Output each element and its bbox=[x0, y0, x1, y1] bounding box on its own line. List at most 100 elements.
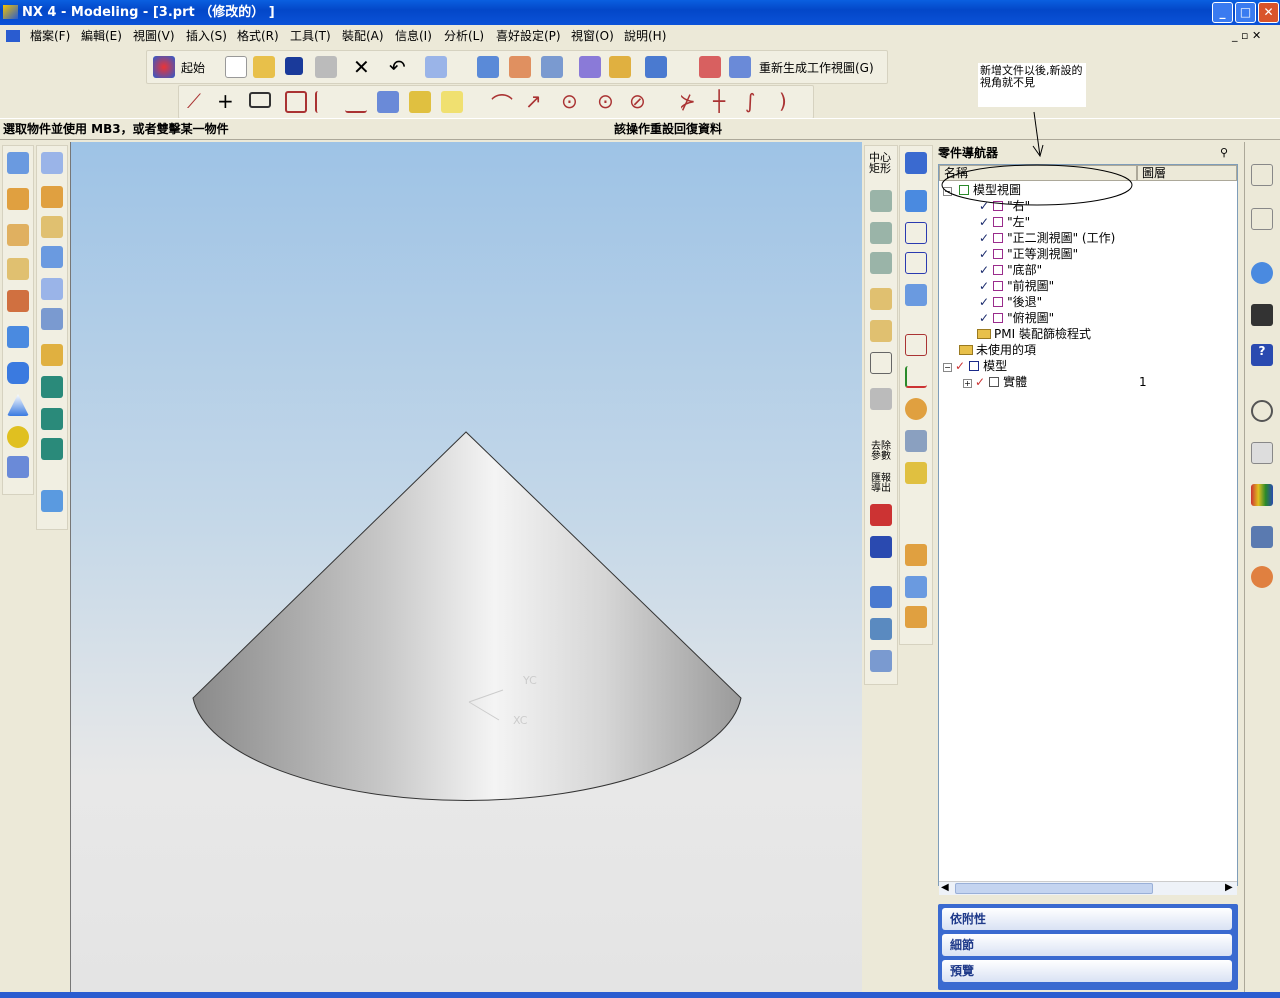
extrude-icon[interactable] bbox=[7, 188, 29, 210]
measure-angle-icon[interactable] bbox=[870, 320, 892, 342]
view-icon[interactable] bbox=[699, 56, 721, 78]
scrollbar-thumb[interactable] bbox=[955, 883, 1153, 894]
show-hide-icon[interactable] bbox=[905, 430, 927, 452]
scroll-left-icon[interactable]: ◀ bbox=[941, 882, 949, 893]
manufacturing-icon[interactable] bbox=[870, 586, 892, 608]
new-icon[interactable] bbox=[225, 56, 247, 78]
tree-node-view[interactable]: ✓ "前視圖" bbox=[979, 278, 1054, 294]
panel-preview[interactable]: 預覽 bbox=[942, 960, 1232, 982]
maximize-button[interactable]: □ bbox=[1235, 2, 1256, 23]
pin-icon[interactable]: ⚲ bbox=[1220, 146, 1228, 159]
pad-icon[interactable] bbox=[41, 152, 63, 174]
sphere-icon[interactable] bbox=[7, 426, 29, 448]
panel-dependencies[interactable]: 依附性 bbox=[942, 908, 1232, 930]
subtract-icon[interactable] bbox=[41, 408, 63, 430]
check-icon[interactable]: ✓ bbox=[955, 359, 965, 373]
boss-icon[interactable] bbox=[41, 186, 63, 208]
export-button[interactable]: 匯報導出 bbox=[871, 474, 893, 494]
surface-analysis-icon[interactable] bbox=[905, 544, 927, 566]
open-icon[interactable] bbox=[253, 56, 275, 78]
tree-node-view[interactable]: ✓ "後退" bbox=[979, 294, 1042, 310]
menu-file[interactable]: 檔案(F) bbox=[30, 25, 70, 47]
move-layer-icon[interactable] bbox=[870, 222, 892, 244]
datum-plane-icon[interactable] bbox=[7, 456, 29, 478]
sweep-icon[interactable] bbox=[645, 56, 667, 78]
sketch-icon[interactable] bbox=[7, 152, 29, 174]
close-button[interactable]: ✕ bbox=[1258, 2, 1279, 23]
print-icon[interactable] bbox=[315, 56, 337, 78]
nc-icon[interactable] bbox=[870, 536, 892, 558]
delete-icon[interactable]: ✕ bbox=[353, 55, 370, 79]
revolve-icon[interactable] bbox=[7, 224, 29, 246]
slot-icon[interactable] bbox=[41, 246, 63, 268]
tree-node-pmi[interactable]: PMI 裝配篩檢程式 bbox=[977, 326, 1091, 342]
menu-format[interactable]: 格式(R) bbox=[237, 25, 279, 47]
surface-icon[interactable] bbox=[477, 56, 499, 78]
tree-node-body[interactable]: + ✓ 實體 bbox=[963, 374, 1027, 390]
graphics-viewport[interactable]: YC XC bbox=[70, 142, 862, 992]
menu-view[interactable]: 視圖(V) bbox=[133, 25, 175, 47]
line-icon[interactable]: ⟋ bbox=[187, 89, 201, 113]
color-palette-icon[interactable] bbox=[1251, 484, 1273, 506]
point-icon[interactable]: + bbox=[217, 89, 234, 113]
curvature-icon[interactable] bbox=[905, 576, 927, 598]
sew-icon[interactable] bbox=[41, 490, 63, 512]
undo-icon[interactable]: ↶ bbox=[389, 55, 406, 79]
edge-blend-icon[interactable] bbox=[41, 344, 63, 366]
tube-icon[interactable] bbox=[7, 290, 29, 312]
collapse-icon[interactable]: − bbox=[943, 363, 952, 372]
spline-icon[interactable] bbox=[315, 91, 337, 113]
circle-radius-icon[interactable]: ⊘ bbox=[629, 89, 646, 113]
instance-icon[interactable] bbox=[41, 308, 63, 330]
tree-node-view[interactable]: ✓ "底部" bbox=[979, 262, 1042, 278]
polygon-icon[interactable] bbox=[285, 91, 307, 113]
drawing-icon[interactable] bbox=[870, 388, 892, 410]
circle-center-icon[interactable]: ⊙ bbox=[597, 89, 614, 113]
panel-details[interactable]: 細節 bbox=[942, 934, 1232, 956]
tree-node-model[interactable]: − ✓ 模型 bbox=[943, 358, 1007, 374]
extension-icon[interactable] bbox=[609, 56, 631, 78]
doc-window-controls[interactable]: _ ▫ ✕ bbox=[1232, 25, 1261, 47]
cone-icon[interactable] bbox=[7, 394, 29, 416]
save-icon[interactable] bbox=[285, 57, 303, 75]
menu-insert[interactable]: 插入(S) bbox=[186, 25, 227, 47]
menu-window[interactable]: 視窗(O) bbox=[571, 25, 614, 47]
solid-red-icon[interactable] bbox=[870, 504, 892, 526]
fillet-icon[interactable]: ↗ bbox=[525, 89, 542, 113]
center-rect-button[interactable]: 中心矩形 bbox=[869, 152, 893, 174]
menu-info[interactable]: 信息(I) bbox=[395, 25, 432, 47]
hide-icon[interactable] bbox=[905, 462, 927, 484]
tree-node-view[interactable]: ✓ "正二測視圖" (工作) bbox=[979, 230, 1115, 246]
csys-origin-icon[interactable] bbox=[905, 366, 927, 388]
offset-curve-icon[interactable] bbox=[345, 91, 367, 113]
unite-icon[interactable] bbox=[41, 376, 63, 398]
menu-tools[interactable]: 工具(T) bbox=[290, 25, 331, 47]
measure-distance-icon[interactable] bbox=[870, 288, 892, 310]
shaded-icon[interactable] bbox=[905, 190, 927, 212]
tree-node-unused[interactable]: 未使用的項 bbox=[959, 342, 1036, 358]
training-icon[interactable] bbox=[1251, 304, 1273, 326]
help-icon[interactable]: ? bbox=[1251, 344, 1273, 366]
menu-assembly[interactable]: 裝配(A) bbox=[342, 25, 384, 47]
tree-node-view[interactable]: ✓ "左" bbox=[979, 214, 1030, 230]
tree-node-view[interactable]: ✓ "正等測視圖" bbox=[979, 246, 1078, 262]
grid-surface-icon[interactable] bbox=[579, 56, 601, 78]
web-browser-icon[interactable] bbox=[1251, 262, 1273, 284]
through-curves-icon[interactable] bbox=[541, 56, 563, 78]
rectangle-icon[interactable] bbox=[249, 92, 271, 108]
arc-icon[interactable]: ⌒ bbox=[491, 88, 513, 120]
part-navigator-icon[interactable] bbox=[1251, 208, 1273, 230]
wireframe-icon[interactable] bbox=[905, 222, 927, 244]
start-button[interactable]: 起始 bbox=[181, 59, 205, 76]
layer-settings-icon[interactable] bbox=[870, 190, 892, 212]
palette-list-icon[interactable] bbox=[1251, 442, 1273, 464]
assembly-navigator-icon[interactable] bbox=[1251, 164, 1273, 186]
palette-icon[interactable] bbox=[905, 398, 927, 420]
circle-icon[interactable]: ⊙ bbox=[561, 89, 578, 113]
groove-icon[interactable] bbox=[41, 278, 63, 300]
pocket-icon[interactable] bbox=[41, 216, 63, 238]
trim-icon[interactable]: ⊁ bbox=[679, 89, 696, 113]
split-icon[interactable]: ┼ bbox=[713, 89, 725, 113]
remove-params-button[interactable]: 去除參數 bbox=[871, 442, 893, 462]
regen-view-button[interactable]: 重新生成工作視圖(G) bbox=[759, 59, 874, 76]
